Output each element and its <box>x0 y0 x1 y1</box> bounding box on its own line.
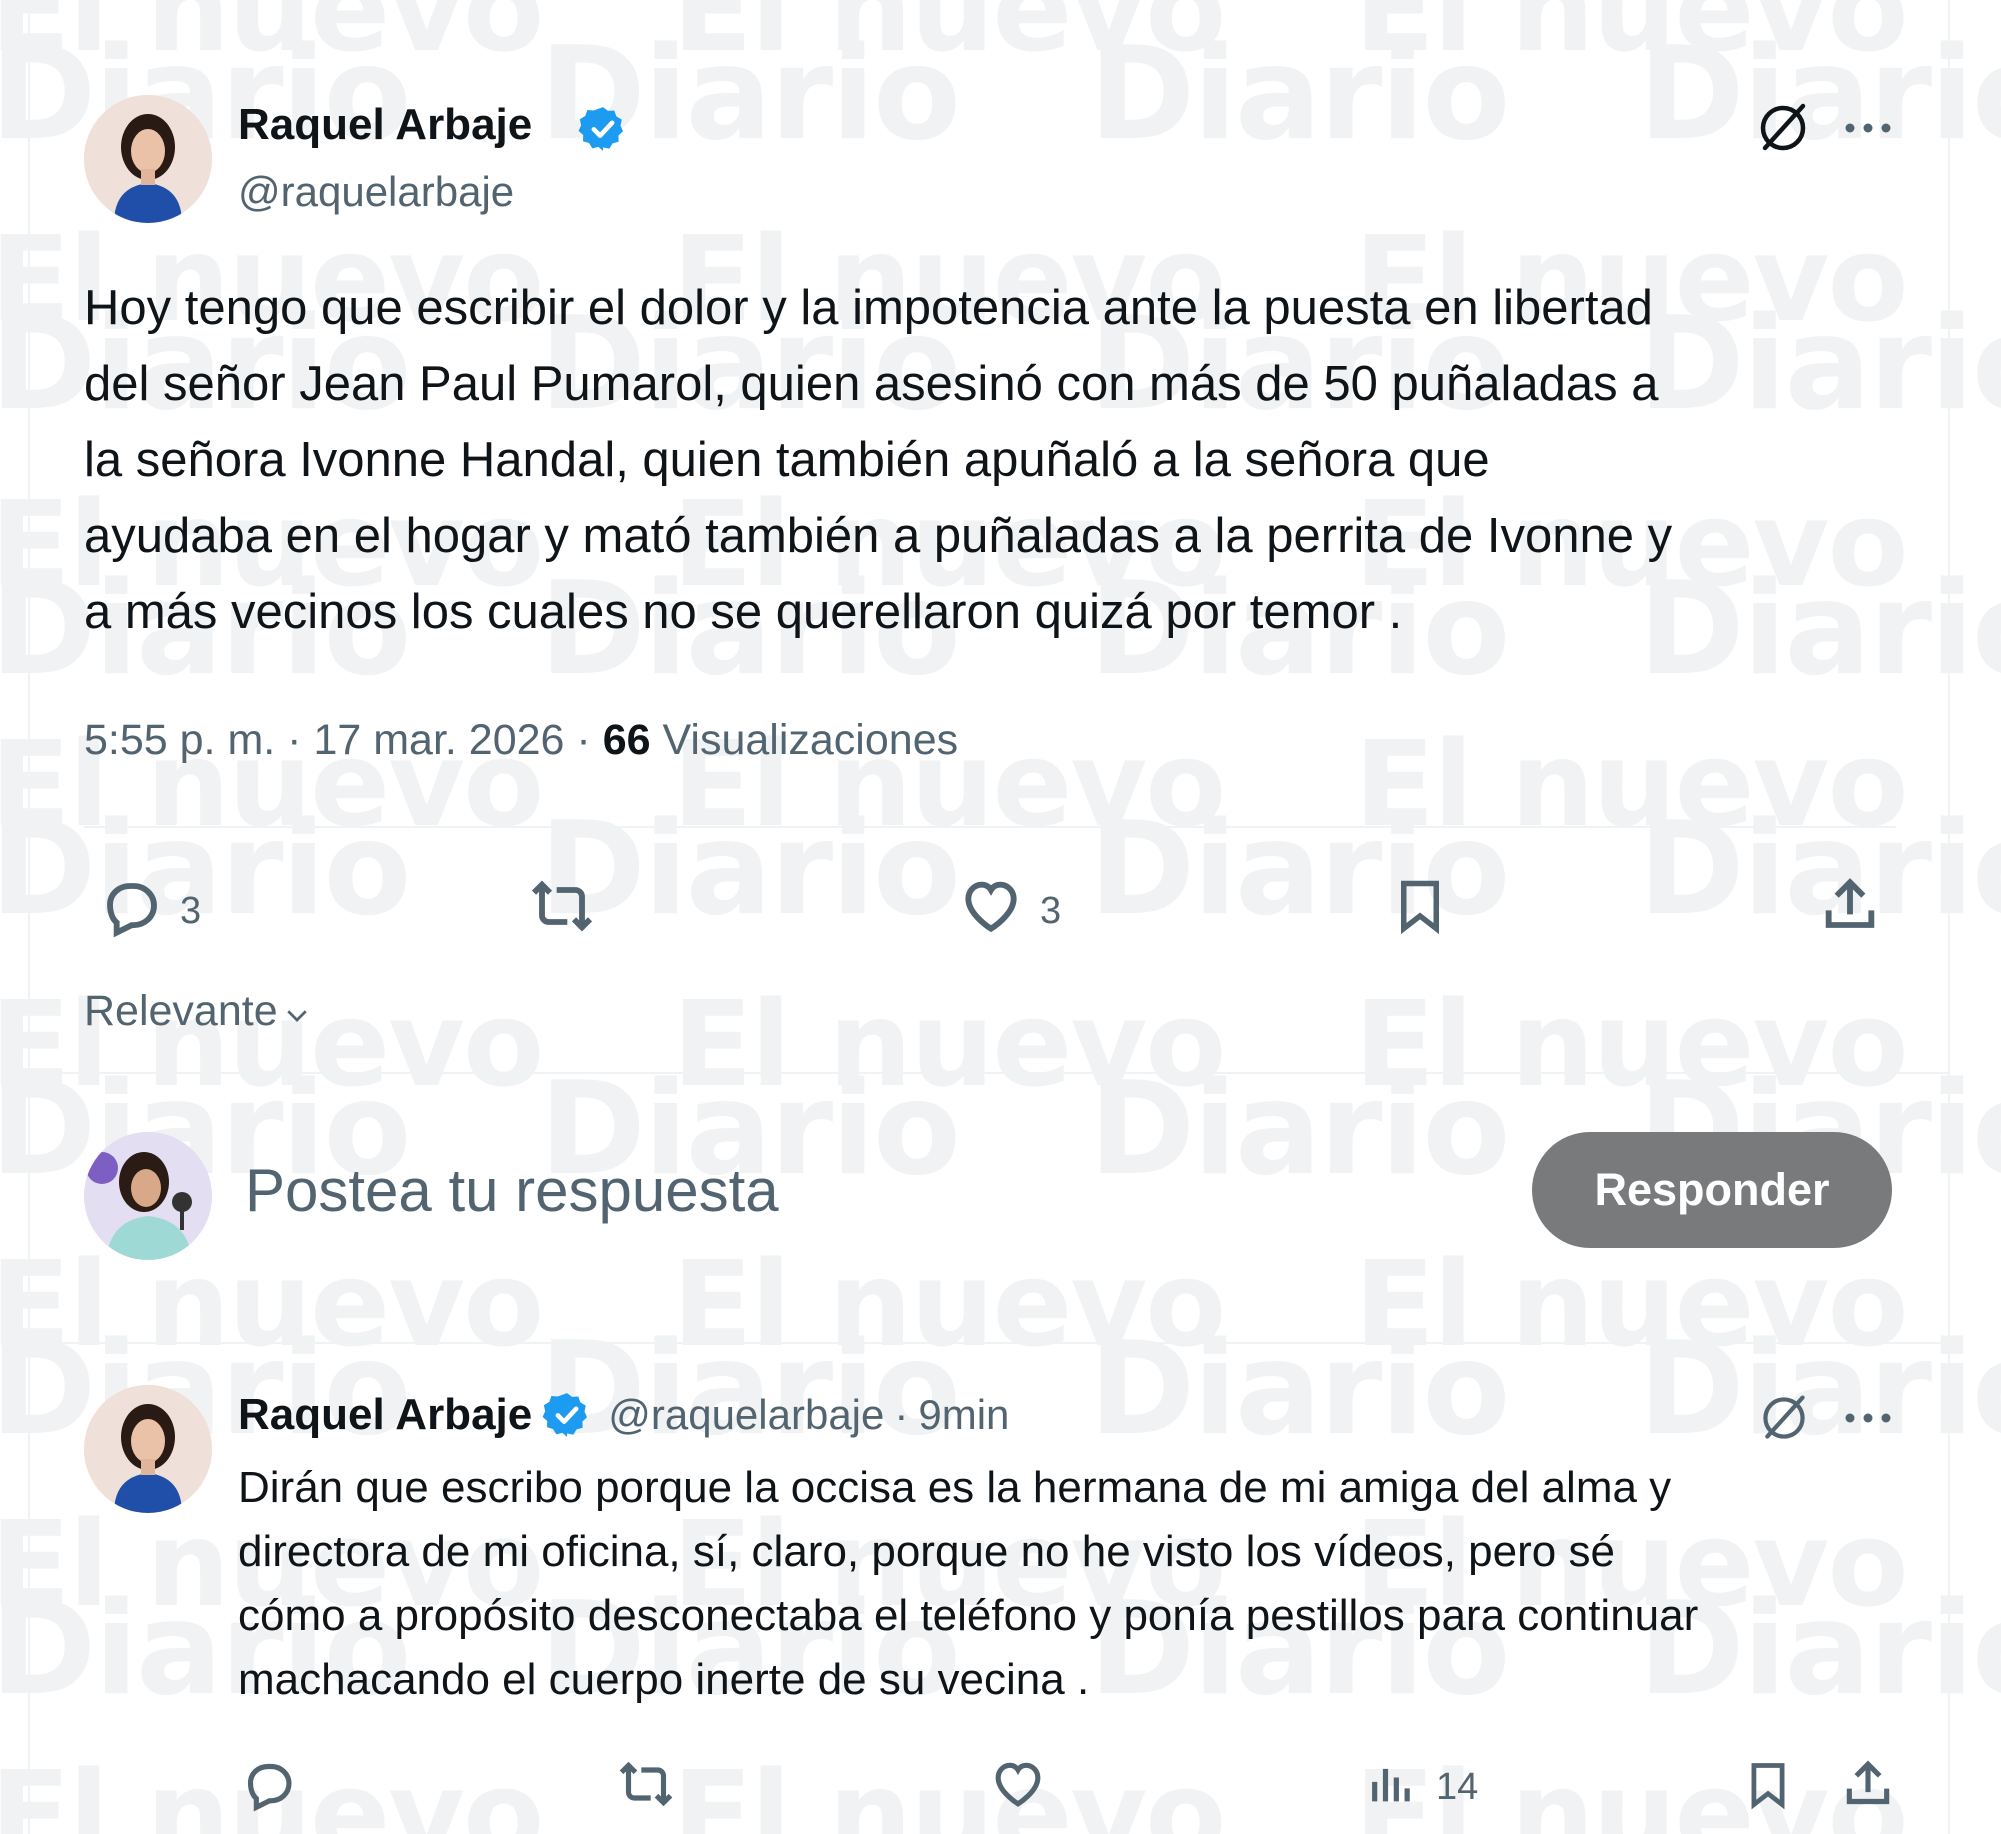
tweet-text-line: la señora Ivonne Handal, quien también a… <box>84 433 1490 487</box>
reply-icon[interactable] <box>240 1756 296 1812</box>
reply-text-line: cómo a propósito desconectaba el teléfon… <box>238 1591 1699 1640</box>
author-name[interactable]: Raquel Arbaje <box>238 100 532 150</box>
tweet-date[interactable]: 17 mar. 2026 <box>313 716 564 764</box>
bookmark-icon[interactable] <box>1742 1756 1794 1814</box>
retweet-icon[interactable] <box>616 1756 676 1812</box>
dot-separator: · <box>894 1391 909 1438</box>
author-avatar[interactable] <box>84 95 212 223</box>
sort-label: Relevante <box>84 987 278 1035</box>
reply-text-line: Dirán que escribo porque la occisa es la… <box>238 1463 1672 1512</box>
tweet-text-line: ayudaba en el hogar y mató también a puñ… <box>84 509 1673 563</box>
reply-header: Raquel Arbaje @raquelarbaje · 9min <box>238 1390 1009 1440</box>
tweet-detail: Raquel Arbaje @raquelarbaje Hoy tengo qu… <box>0 0 2001 1834</box>
tweet-text-line: Hoy tengo que escribir el dolor y la imp… <box>84 281 1653 335</box>
reply-time[interactable]: 9min <box>918 1391 1009 1439</box>
avatar-portrait-icon <box>84 1385 212 1513</box>
divider <box>30 1072 1948 1074</box>
grok-icon[interactable] <box>1758 1392 1810 1444</box>
views-label: Visualizaciones <box>662 716 959 764</box>
share-icon[interactable] <box>1840 1756 1896 1812</box>
grok-icon[interactable] <box>1755 100 1811 156</box>
reply-author-handle[interactable]: @raquelarbaje <box>608 1391 884 1439</box>
views-icon[interactable] <box>1366 1758 1418 1810</box>
divider <box>84 826 1896 828</box>
share-icon[interactable] <box>1818 872 1882 938</box>
reply-text-line: directora de mi oficina, sí, claro, porq… <box>238 1527 1615 1576</box>
author-handle[interactable]: @raquelarbaje <box>238 168 514 216</box>
avatar-portrait-icon <box>84 95 212 223</box>
tweet-text-line: a más vecinos los cuales no se querellar… <box>84 585 1403 639</box>
more-options-icon[interactable] <box>1840 1402 1896 1434</box>
more-options-icon[interactable] <box>1840 112 1896 144</box>
verified-badge-icon <box>542 1393 588 1437</box>
reply-author-name[interactable]: Raquel Arbaje <box>238 1390 532 1440</box>
chevron-down-icon <box>286 1009 307 1022</box>
like-icon[interactable] <box>958 874 1024 938</box>
current-user-avatar[interactable] <box>84 1132 212 1260</box>
like-icon[interactable] <box>990 1756 1046 1812</box>
reply-count: 3 <box>180 890 202 932</box>
avatar-portrait-icon <box>84 1132 212 1260</box>
divider <box>30 1342 1948 1344</box>
sort-dropdown[interactable]: Relevante <box>84 987 314 1036</box>
tweet-text: Hoy tengo que escribir el dolor y la imp… <box>84 270 1924 650</box>
reply-icon[interactable] <box>98 874 162 938</box>
tweet-meta: 5:55 p. m. · 17 mar. 2026 · 66 Visualiza… <box>84 716 959 764</box>
reply-author-avatar[interactable] <box>84 1385 212 1513</box>
responder-button[interactable]: Responder <box>1532 1132 1892 1248</box>
tweet-text-line: del señor Jean Paul Pumarol, quien asesi… <box>84 357 1659 411</box>
reply-text: Dirán que escribo porque la occisa es la… <box>238 1456 1918 1712</box>
tweet-time[interactable]: 5:55 p. m. <box>84 716 275 764</box>
bookmark-icon[interactable] <box>1390 872 1450 940</box>
reply-input[interactable]: Postea tu respuesta <box>245 1156 779 1225</box>
verified-badge-icon <box>578 107 623 151</box>
reply-views-count: 14 <box>1436 1766 1479 1808</box>
like-count: 3 <box>1040 890 1062 932</box>
retweet-icon[interactable] <box>528 874 596 938</box>
reply-text-line: machacando el cuerpo inerte de su vecina… <box>238 1655 1090 1704</box>
views-count: 66 <box>602 716 651 764</box>
